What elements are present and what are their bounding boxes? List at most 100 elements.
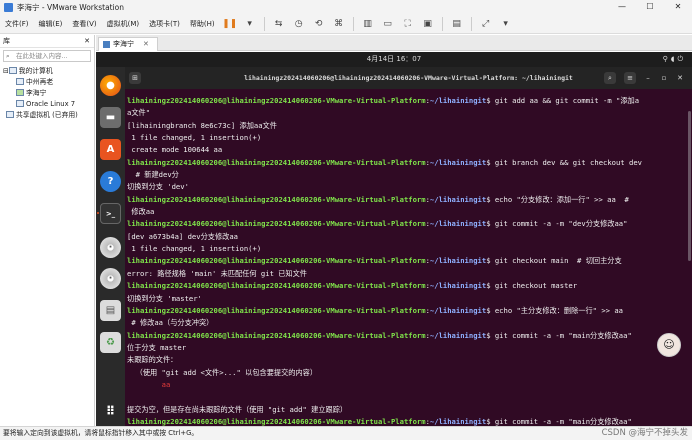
ubuntu-top-bar: 4月14日 16：07 ⚲◖⏻: [96, 52, 692, 67]
vm-tab[interactable]: 李海宁 ✕: [98, 37, 158, 51]
terminal-text: git commit -a -m "main分支修改aa": [490, 416, 632, 426]
pause-vm-icon[interactable]: ❚❚: [222, 17, 237, 31]
avatar[interactable]: ☺: [657, 333, 681, 357]
trash-icon[interactable]: ♻: [100, 332, 121, 353]
menu-help[interactable]: 帮助(H): [185, 14, 220, 34]
terminal-text: 切换到分支 'dev': [127, 182, 189, 192]
maximize-icon[interactable]: ▫: [658, 72, 670, 84]
terminal-output-line: # 新建dev分: [127, 169, 687, 181]
terminal-output-line: 切换到分支 'dev': [127, 181, 687, 193]
send-ctrl-alt-del-icon[interactable]: ⇆: [272, 17, 286, 31]
close-tab-icon[interactable]: ✕: [143, 38, 149, 51]
snapshot-restore-icon[interactable]: ⟲: [312, 17, 326, 31]
terminal-output-line: [dev a673b4a] dev分支修改aa: [127, 231, 687, 243]
terminal-header: ⊞ lihainingz202414060206@lihainingz20241…: [125, 67, 692, 89]
unity-icon[interactable]: ▣: [421, 17, 435, 31]
terminal-output-line: （使用 "git add <文件>..." 以包含要提交的内容）: [127, 367, 687, 379]
shared-vm-icon: [6, 111, 14, 118]
clock[interactable]: 4月14日 16：07: [96, 52, 692, 67]
terminal-output-line: 修改aa: [127, 206, 687, 218]
window-title: 李海宁 - VMware Workstation: [17, 2, 125, 12]
terminal-command-line: lihainingz202414060206@lihainingz2024140…: [127, 255, 687, 267]
minimize-icon[interactable]: –: [642, 72, 654, 84]
terminal-command-line: lihainingz202414060206@lihainingz2024140…: [127, 305, 687, 317]
library-header: 库 ✕: [0, 35, 94, 48]
menu-edit[interactable]: 编辑(E): [34, 14, 68, 34]
library-title: 库: [3, 37, 10, 45]
prompt-user: lihainingz202414060206@lihainingz2024140…: [127, 281, 426, 291]
system-tray-icons[interactable]: ⚲◖⏻: [663, 52, 686, 67]
help-icon[interactable]: ?: [100, 171, 121, 192]
menu-vm[interactable]: 虚拟机(M): [102, 14, 145, 34]
terminal-output[interactable]: lihainingz202414060206@lihainingz2024140…: [127, 95, 687, 428]
firefox-icon[interactable]: ●: [100, 75, 121, 96]
tree-vm-item[interactable]: 李海宁: [0, 88, 94, 99]
menu-view[interactable]: 查看(V): [67, 14, 101, 34]
menu-tabs[interactable]: 选项卡(T): [144, 14, 185, 34]
snapshot-icon[interactable]: ◷: [292, 17, 306, 31]
prompt-path: ~/lihainingit: [429, 219, 487, 229]
close-library-icon[interactable]: ✕: [84, 35, 90, 48]
app-center-icon[interactable]: A: [100, 139, 121, 160]
vm-tab-bar: 李海宁 ✕: [96, 35, 692, 51]
close-icon[interactable]: ✕: [674, 72, 686, 84]
toolbar-divider: [470, 16, 472, 31]
active-app-indicator: [97, 212, 99, 214]
terminal-text: git commit -a -m "main分支修改aa": [490, 330, 632, 340]
search-icon[interactable]: ⌕: [604, 72, 616, 84]
prompt-user: lihainingz202414060206@lihainingz2024140…: [127, 194, 426, 204]
snapshot-manager-icon[interactable]: ⌘: [332, 17, 346, 31]
full-screen-icon[interactable]: ⛶: [401, 17, 415, 31]
window-title-bar: 李海宁 - VMware Workstation — ☐ ✕: [0, 0, 692, 14]
close-window-button[interactable]: ✕: [664, 0, 692, 14]
terminal-text: 未跟踪的文件：: [127, 355, 178, 365]
hamburger-menu-icon[interactable]: ≡: [624, 72, 636, 84]
files-icon[interactable]: ▬: [100, 107, 121, 128]
prompt-user: lihainingz202414060206@lihainingz2024140…: [127, 416, 426, 426]
status-bar: 要将输入定向到该虚拟机，请将鼠标指针移入其中或按 Ctrl+G。 CSDN @海…: [0, 426, 692, 440]
tree-vm-item[interactable]: Oracle Linux 7: [0, 99, 94, 110]
prompt-user: lihainingz202414060206@lihainingz2024140…: [127, 330, 426, 340]
terminal-text: （使用 "git add <文件>..." 以包含要提交的内容）: [127, 367, 318, 377]
prompt-user: lihainingz202414060206@lihainingz2024140…: [127, 157, 426, 167]
library-search-input[interactable]: ⌕ 在此处键入内容...: [3, 50, 91, 62]
dvd-drive-icon[interactable]: ·: [100, 237, 121, 258]
terminal-text: git add aa && git commit -m "添加a: [490, 96, 640, 105]
terminal-text: 修改aa: [127, 207, 155, 217]
terminal-output-line: 1 file changed, 1 insertion(+): [127, 132, 687, 144]
terminal-text: [lihainingbranch 8e6c73c] 添加aa文件: [127, 120, 277, 130]
running-vm-icon: [16, 89, 24, 96]
stretch-dropdown-icon[interactable]: ▾: [499, 17, 513, 31]
minimize-button[interactable]: —: [608, 0, 636, 14]
terminal-command-line: lihainingz202414060206@lihainingz2024140…: [127, 95, 687, 107]
prompt-user: lihainingz202414060206@lihainingz2024140…: [127, 256, 426, 266]
maximize-button[interactable]: ☐: [636, 0, 664, 14]
console-view-icon[interactable]: ▤: [450, 17, 464, 31]
terminal-text: 1 file changed, 1 insertion(+): [127, 244, 262, 254]
tree-my-computer[interactable]: ⊟ 我的计算机: [0, 66, 94, 77]
terminal-icon[interactable]: >_: [100, 203, 121, 224]
terminal-output-line: 位于分支 master: [127, 342, 687, 354]
terminal-text: aa: [127, 379, 171, 389]
show-apps-icon[interactable]: ⠿: [100, 400, 121, 421]
terminal-scrollbar[interactable]: [688, 111, 691, 261]
drive-icon[interactable]: ▤: [100, 300, 121, 321]
ubuntu-dock: ● ▬ A ? >_ · · ▤ ♻ ⠿: [96, 67, 125, 426]
menu-bar: 文件(F) 编辑(E) 查看(V) 虚拟机(M) 选项卡(T) 帮助(H) ❚❚…: [0, 14, 692, 34]
terminal-text: # 新建dev分: [127, 170, 179, 180]
terminal-text: git checkout main # 切回主分支: [490, 256, 622, 266]
dropdown-chevron-icon[interactable]: ▾: [243, 17, 257, 31]
terminal-text: error: 路径规格 'main' 未匹配任何 git 已知文件: [127, 268, 307, 278]
terminal-text: 提交为空，但是存在尚未跟踪的文件（使用 "git add" 建立跟踪）: [127, 404, 348, 414]
tree-shared-vms[interactable]: 共享虚拟机 (已弃用): [0, 110, 94, 121]
thumbnail-bar-icon[interactable]: ▭: [381, 17, 395, 31]
tree-vm-item[interactable]: 中州再老: [0, 77, 94, 88]
menu-file[interactable]: 文件(F): [0, 14, 34, 34]
terminal-text: echo "分支修改：添加一行" >> aa #: [490, 194, 629, 204]
show-library-icon[interactable]: ▥: [361, 17, 375, 31]
terminal-output-line: 提交为空，但是存在尚未跟踪的文件（使用 "git add" 建立跟踪）: [127, 404, 687, 416]
terminal-window[interactable]: ⊞ lihainingz202414060206@lihainingz20241…: [125, 67, 692, 426]
dvd-drive-icon[interactable]: ·: [100, 268, 121, 289]
prompt-user: lihainingz202414060206@lihainingz2024140…: [127, 305, 426, 315]
stretch-guest-icon[interactable]: ⤢: [479, 17, 493, 31]
